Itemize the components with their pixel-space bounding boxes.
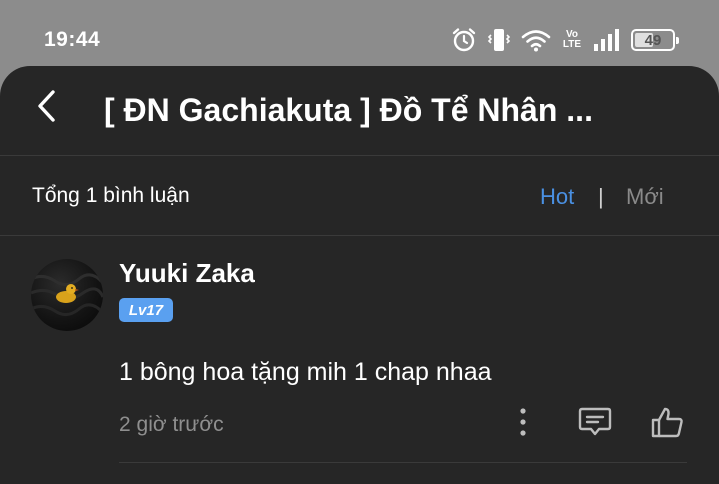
comment-item: Yuuki Zaka Lv17 1 bông hoa tặng mih 1 ch… [0,236,719,484]
avatar[interactable] [31,259,103,331]
more-button[interactable] [505,406,541,442]
like-icon [650,406,684,443]
status-icons: Vo LTE 49 [451,26,679,54]
sort-divider: | [598,184,604,209]
level-badge: Lv17 [119,298,173,322]
like-button[interactable] [649,406,685,442]
comment-divider [119,462,687,463]
comment-count: Tổng 1 bình luận [32,184,190,207]
vibrate-icon [487,27,511,53]
volte-icon: Vo LTE [561,30,583,50]
comment-timestamp: 2 giờ trước [119,413,224,436]
volte-bottom-label: LTE [562,39,582,50]
more-icon [519,407,527,442]
back-arrow-icon [35,89,57,128]
status-bar: 19:44 Vo LTE 49 [0,0,719,66]
page-title: [ ĐN Gachiakuta ] Đồ Tể Nhân ... [104,92,593,128]
reply-button[interactable] [577,406,613,442]
sort-hot-tab[interactable]: Hot [540,184,574,210]
comments-bar: Tổng 1 bình luận Hot | Mới [0,156,719,236]
reply-icon [578,406,612,443]
wifi-icon [521,28,551,52]
alarm-icon [451,27,477,53]
comment-username[interactable]: Yuuki Zaka [119,258,255,289]
status-time: 19:44 [44,28,101,51]
header: [ ĐN Gachiakuta ] Đồ Tể Nhân ... [0,66,719,156]
comments-sheet: [ ĐN Gachiakuta ] Đồ Tể Nhân ... Tổng 1 … [0,66,719,484]
sort-new-tab[interactable]: Mới [626,184,664,210]
battery-icon: 49 [631,29,679,51]
back-button[interactable] [26,88,66,128]
battery-text: 49 [644,31,662,49]
comment-text: 1 bông hoa tặng mih 1 chap nhaa [119,358,492,386]
signal-icon [593,28,621,52]
